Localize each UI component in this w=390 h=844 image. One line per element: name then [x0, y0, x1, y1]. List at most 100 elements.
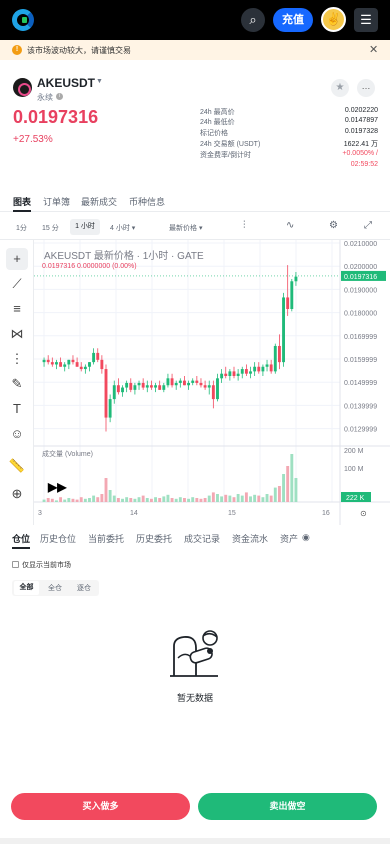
search-button[interactable]: ⌕	[241, 8, 265, 32]
volume-bar	[191, 497, 195, 502]
candle-body	[108, 399, 112, 418]
chevron-down-icon[interactable]: ▼	[96, 78, 103, 85]
interval-15m[interactable]: 15 分	[42, 223, 59, 233]
candle-body	[216, 378, 219, 400]
only-current-checkbox[interactable]	[12, 561, 19, 568]
crosshair-icon[interactable]: +	[6, 248, 28, 270]
volume-tick-label: 200 M	[344, 448, 364, 455]
ptab-history-positions[interactable]: 历史仓位	[40, 532, 76, 545]
candle-body	[273, 345, 277, 372]
candle-body	[207, 385, 211, 388]
candle-type-icon[interactable]: ⫶	[243, 220, 246, 231]
candle-body	[203, 385, 207, 388]
avatar-icon[interactable]: ✌	[321, 7, 346, 32]
price-chart[interactable]: 0.0210000 0.0200000 0.0190000 0.0180000 0.01…	[34, 240, 390, 525]
volume-bar	[104, 478, 108, 502]
pattern-icon[interactable]: ⋈	[6, 323, 28, 345]
tab-trades[interactable]: 最新成交	[81, 195, 117, 208]
candle-body	[100, 359, 104, 370]
ptab-trade-history[interactable]: 成交记录	[184, 532, 220, 545]
interval-1h[interactable]: 1 小时	[70, 219, 100, 235]
tab-orderbook[interactable]: 订单簿	[43, 195, 70, 208]
empty-state-text: 暂无数据	[176, 693, 213, 703]
volume-bar	[240, 495, 244, 502]
price-tick-label: 0.0129999	[344, 427, 377, 434]
volume-bar	[67, 498, 71, 502]
info-icon[interactable]: i	[56, 93, 63, 100]
candle-body	[129, 382, 133, 390]
candle-body	[232, 371, 236, 376]
tab-coin-info[interactable]: 币种信息	[129, 195, 165, 208]
emoji-icon[interactable]: ☺	[6, 423, 28, 445]
logo[interactable]	[12, 9, 34, 31]
deposit-button[interactable]: 充值	[273, 8, 313, 32]
chart-ohlc: 0.0197316 0.0000000 (0.00%)	[42, 263, 137, 270]
volume-bar	[154, 497, 157, 502]
candle-body	[290, 281, 294, 309]
stat-value: +0.0050% /	[342, 150, 378, 157]
price-tick-label: 0.0169999	[344, 334, 377, 341]
zoom-icon[interactable]: ⊕	[6, 483, 28, 505]
ruler-icon[interactable]: 📏	[6, 455, 28, 477]
menu-button[interactable]: ☰	[354, 8, 378, 32]
price-change: +27.53%	[13, 134, 53, 145]
volume-bar	[42, 499, 46, 502]
filter-cross[interactable]: 全仓	[48, 583, 62, 593]
ptab-assets[interactable]: 资产	[280, 532, 298, 545]
more-icon[interactable]: …	[357, 79, 375, 97]
candle-body	[294, 276, 298, 282]
ptab-order-history[interactable]: 历史委托	[136, 532, 172, 545]
volume-bar	[112, 495, 116, 502]
volume-bar	[83, 498, 87, 502]
ptab-funding-flow[interactable]: 资金流水	[232, 532, 268, 545]
symbol-title[interactable]: AKEUSDT	[37, 76, 95, 90]
volume-bar	[277, 486, 281, 502]
candle-body	[50, 362, 54, 365]
stat-value: 0.0202220	[344, 107, 378, 114]
drawing-toolbar: + ⟋ ≡ ⋈ ⋮ ✎ T ☺ 📏 ⊕	[0, 240, 34, 525]
candle-body	[220, 373, 224, 379]
volume-bar	[162, 496, 166, 502]
ptab-open-orders[interactable]: 当前委托	[88, 532, 124, 545]
volume-bar	[166, 494, 170, 502]
interval-4h[interactable]: 4 小时 ▾	[110, 223, 135, 233]
tab-chart[interactable]: 图表	[13, 195, 31, 208]
price-type-select[interactable]: 最新价格 ▾	[169, 223, 202, 233]
filter-isolated[interactable]: 逐仓	[77, 583, 91, 593]
volume-tick-label: 100 M	[344, 466, 364, 473]
volume-bar	[79, 497, 83, 502]
volume-bar	[216, 494, 219, 502]
filter-all[interactable]: 全部	[14, 581, 39, 595]
volume-bar	[96, 497, 100, 502]
text-tool-icon[interactable]: T	[6, 398, 28, 420]
contract-type: 永续	[37, 93, 53, 102]
candle-body	[83, 366, 87, 370]
buy-long-button[interactable]: 买入做多	[11, 793, 190, 820]
brush-icon[interactable]: ✎	[6, 373, 28, 395]
gear-icon[interactable]: ⚙	[329, 220, 338, 231]
candle-body	[63, 364, 67, 367]
date-tick-label: 3	[38, 510, 42, 517]
goto-date-icon: ⊙	[360, 509, 367, 518]
indicator-icon[interactable]: ∿	[286, 220, 294, 231]
fullscreen-icon[interactable]: ⤢	[364, 220, 372, 231]
volume-bar	[187, 498, 191, 502]
trend-line-icon[interactable]: ⟋	[6, 273, 28, 295]
horizontal-lines-icon[interactable]: ≡	[6, 298, 28, 320]
price-tick-label: 0.0180000	[344, 311, 377, 318]
fib-icon[interactable]: ⋮	[6, 348, 28, 370]
close-icon[interactable]: ✕	[369, 43, 378, 56]
ptab-positions[interactable]: 仓位	[12, 532, 30, 545]
volume-bar	[63, 499, 67, 502]
stat-value: 02:59:52	[350, 161, 378, 168]
eye-icon[interactable]: ◉	[302, 532, 310, 543]
interval-1m[interactable]: 1分	[16, 223, 27, 233]
sell-short-button[interactable]: 卖出做空	[198, 793, 377, 820]
candle-body	[55, 362, 58, 365]
volume-bar	[232, 497, 236, 502]
favorite-star-icon[interactable]: ★	[331, 79, 349, 97]
volume-bar	[183, 498, 186, 502]
candle-body	[162, 385, 166, 390]
risk-notice: ! 该市场波动较大，请谨慎交易 ✕	[0, 40, 390, 60]
candle-body	[174, 382, 178, 386]
